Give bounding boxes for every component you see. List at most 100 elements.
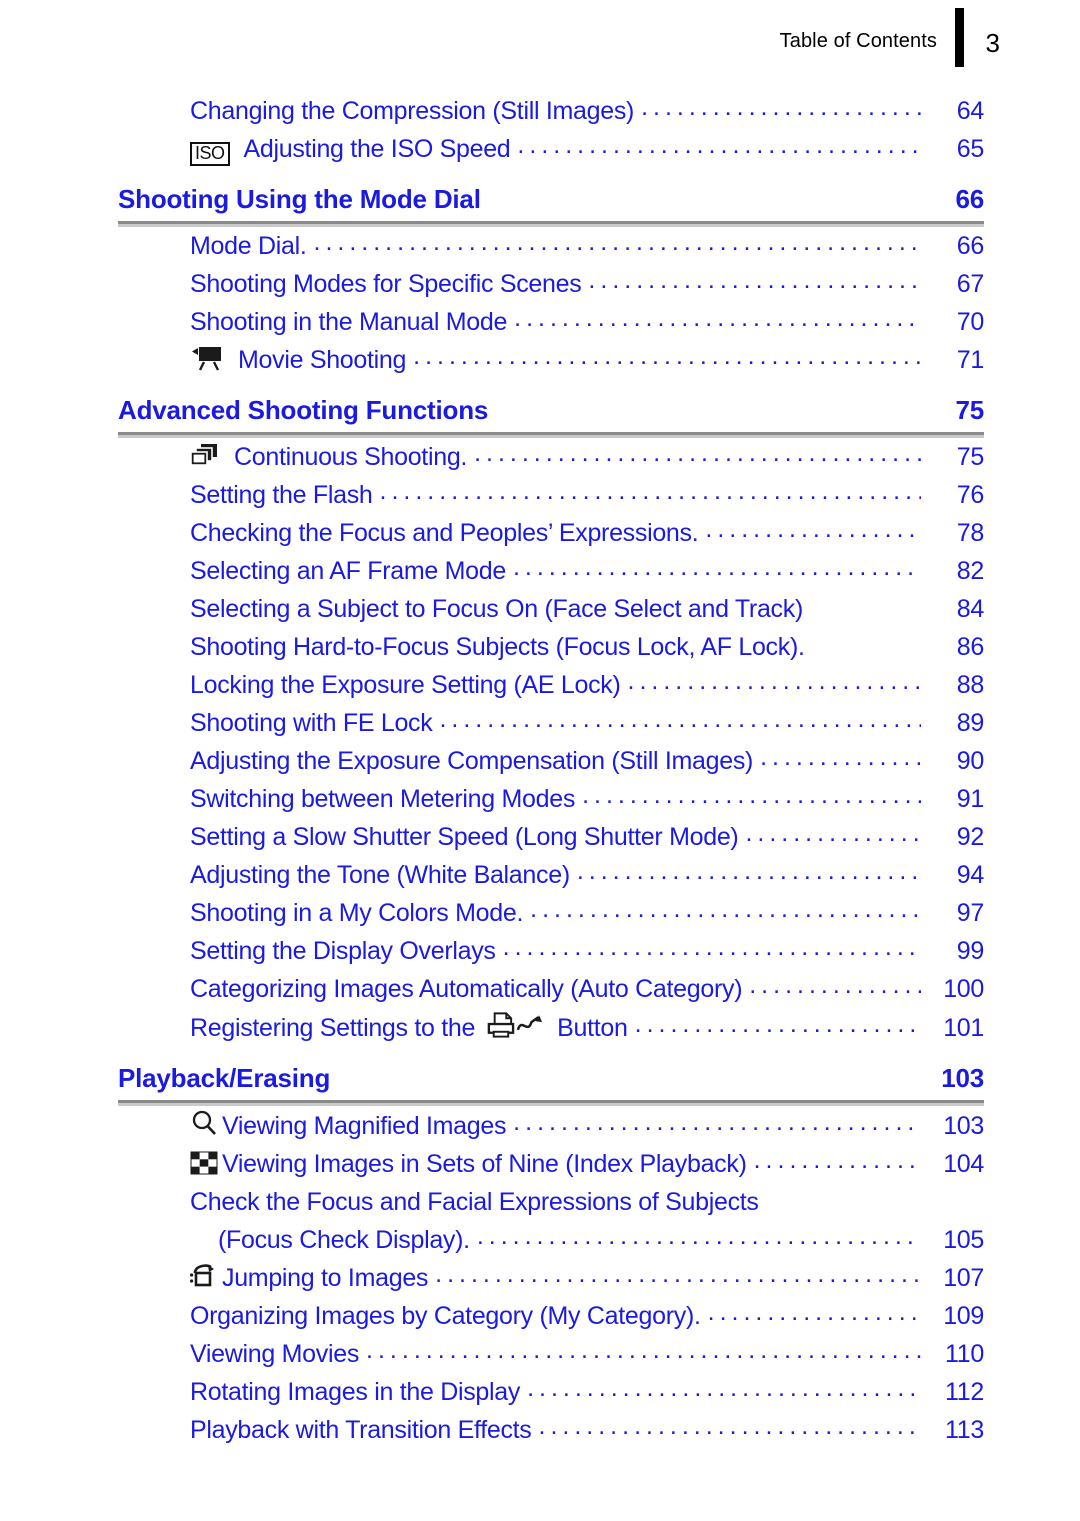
- toc-entry[interactable]: ISO Adjusting the ISO Speed 65: [118, 130, 984, 168]
- toc-entry[interactable]: Organizing Images by Category (My Catego…: [118, 1297, 984, 1335]
- toc-chapter[interactable]: Shooting Using the Mode Dial 66: [118, 184, 984, 227]
- toc-entry-label: Locking the Exposure Setting (AE Lock): [190, 671, 621, 699]
- iso-icon-label: ISO: [190, 142, 230, 166]
- toc-chapter-page-number: 103: [941, 1063, 984, 1093]
- toc-entry[interactable]: Categorizing Images Automatically (Auto …: [118, 970, 984, 1008]
- toc-entry-dot-leader: [517, 126, 921, 164]
- toc-entry-label: Shooting Modes for Specific Scenes: [190, 270, 582, 298]
- page-number: 3: [985, 28, 1000, 58]
- toc-entry-dot-leader: [539, 1407, 922, 1445]
- toc-entry-page-number: 105: [943, 1226, 984, 1254]
- toc-chapter-row[interactable]: Shooting Using the Mode Dial 66: [118, 184, 984, 215]
- toc-entry-page-number: 104: [943, 1150, 984, 1178]
- toc-entry[interactable]: Setting the Display Overlays 99: [118, 932, 984, 970]
- toc-entry[interactable]: Jumping to Images 107: [118, 1259, 984, 1297]
- toc-entry-dot-leader: [503, 928, 921, 966]
- toc-entry-page-number: 84: [956, 595, 985, 623]
- toc-entry[interactable]: Shooting in a My Colors Mode. 97: [118, 894, 984, 932]
- toc-entry-label: Adjusting the Exposure Compensation (Sti…: [190, 747, 754, 775]
- toc-entry-dot-leader: [760, 738, 921, 776]
- toc-entry-page-number: 88: [956, 671, 985, 699]
- toc-chapter-row[interactable]: Advanced Shooting Functions 75: [118, 395, 984, 426]
- toc-entry[interactable]: Shooting Hard-to-Focus Subjects (Focus L…: [118, 628, 984, 666]
- toc-entry-label: Viewing Movies: [190, 1340, 360, 1368]
- toc-entry-label: Playback with Transition Effects: [190, 1416, 532, 1444]
- toc-entry[interactable]: Shooting with FE Lock 89: [118, 704, 984, 742]
- toc-chapter[interactable]: Playback/Erasing 103: [118, 1063, 984, 1106]
- toc-entry-label: Viewing Images in Sets of Nine (Index Pl…: [222, 1150, 747, 1178]
- toc-chapter-row[interactable]: Playback/Erasing 103: [118, 1063, 984, 1094]
- toc-entry[interactable]: Shooting in the Manual Mode 70: [118, 303, 984, 341]
- toc-entry-page-number: 112: [945, 1378, 984, 1406]
- index-playback-icon: [190, 1151, 218, 1175]
- toc-entry-dot-leader: [588, 261, 921, 299]
- toc-entry-label: Selecting an AF Frame Mode: [190, 557, 506, 585]
- toc-entry-page-number: 97: [956, 899, 985, 927]
- toc-entry-label: Selecting a Subject to Focus On (Face Se…: [190, 595, 803, 623]
- toc-entry[interactable]: Check the Focus and Facial Expressions o…: [118, 1183, 984, 1221]
- toc-entry[interactable]: Movie Shooting 71: [118, 341, 984, 379]
- toc-entry-label: Shooting with FE Lock: [190, 709, 433, 737]
- toc-entry[interactable]: Locking the Exposure Setting (AE Lock) 88: [118, 666, 984, 704]
- toc-entry-label: Adjusting the Tone (White Balance): [190, 861, 570, 889]
- toc-entry-page-number: 100: [943, 975, 984, 1003]
- toc-entry[interactable]: Viewing Magnified Images 103: [118, 1106, 984, 1145]
- toc-entry[interactable]: Adjusting the Exposure Compensation (Sti…: [118, 742, 984, 780]
- toc-entry-dot-leader: [513, 548, 921, 586]
- toc-entry-label: Organizing Images by Category (My Catego…: [190, 1302, 701, 1330]
- toc-entry-page-number: 103: [943, 1112, 984, 1140]
- toc-entry-label: Check the Focus and Facial Expressions o…: [190, 1188, 759, 1216]
- toc-entry-page-number: 109: [943, 1302, 984, 1330]
- toc-entry-label: Switching between Metering Modes: [190, 785, 576, 813]
- toc-entry-dot-leader: [582, 776, 921, 814]
- toc-entry[interactable]: Shooting Modes for Specific Scenes 67: [118, 265, 984, 303]
- toc-entry-label: Changing the Compression (Still Images): [190, 97, 635, 125]
- toc-entry-label: Movie Shooting: [238, 346, 407, 374]
- toc-entry-page-number: 94: [956, 861, 985, 889]
- toc-entry-dot-leader: [577, 852, 921, 890]
- magnifier-icon: [190, 1109, 218, 1137]
- toc-entry-label: Registering Settings to the: [190, 1014, 476, 1042]
- running-head-title: Table of Contents: [779, 30, 937, 52]
- toc-entry[interactable]: Changing the Compression (Still Images) 6…: [118, 92, 984, 130]
- toc-chapter-title: Playback/Erasing: [118, 1063, 331, 1093]
- toc-entry[interactable]: (Focus Check Display). 105: [118, 1221, 984, 1259]
- toc-entry[interactable]: Checking the Focus and Peoples’ Expressi…: [118, 514, 984, 552]
- toc-entry-dot-leader: [754, 1141, 921, 1179]
- toc-entry[interactable]: Viewing Movies 110: [118, 1335, 984, 1373]
- toc-entry-label: Mode Dial.: [190, 232, 307, 260]
- toc-entry[interactable]: Selecting a Subject to Focus On (Face Se…: [118, 590, 984, 628]
- toc-entry[interactable]: Setting a Slow Shutter Speed (Long Shutt…: [118, 818, 984, 856]
- toc-entry-dot-leader: [366, 1331, 921, 1369]
- toc-entry-label: Shooting in a My Colors Mode.: [190, 899, 524, 927]
- continuous-shooting-icon: [190, 442, 220, 468]
- toc-entry[interactable]: Rotating Images in the Display 112: [118, 1373, 984, 1411]
- toc-chapter[interactable]: Advanced Shooting Functions 75: [118, 395, 984, 438]
- toc-chapter-page-number: 75: [955, 395, 984, 425]
- toc-entry-page-number: 82: [956, 557, 985, 585]
- toc-entry[interactable]: Mode Dial. 66: [118, 227, 984, 265]
- toc-entry-page-number: 64: [956, 97, 985, 125]
- toc-entry[interactable]: Switching between Metering Modes 91: [118, 780, 984, 818]
- toc-entry[interactable]: Registering Settings to the Button 101: [118, 1008, 984, 1047]
- toc-entry-label: Shooting in the Manual Mode: [190, 308, 508, 336]
- toc-entry[interactable]: Continuous Shooting. 75: [118, 438, 984, 476]
- toc-entry[interactable]: Selecting an AF Frame Mode 82: [118, 552, 984, 590]
- toc-entry-dot-leader: [641, 88, 921, 126]
- toc-entry-page-number: 65: [956, 135, 985, 163]
- toc-entry[interactable]: Playback with Transition Effects 113: [118, 1411, 984, 1449]
- toc-entry[interactable]: Adjusting the Tone (White Balance) 94: [118, 856, 984, 894]
- toc-entry-label: Shooting Hard-to-Focus Subjects (Focus L…: [190, 633, 805, 661]
- toc-entry-label: Adjusting the ISO Speed: [243, 135, 511, 163]
- toc-entry[interactable]: Viewing Images in Sets of Nine (Index Pl…: [118, 1145, 984, 1183]
- toc-entry[interactable]: Setting the Flash 76: [118, 476, 984, 514]
- toc-entry-dot-leader: [413, 337, 921, 375]
- toc-entry-label: Categorizing Images Automatically (Auto …: [190, 975, 743, 1003]
- toc-chapter-title: Shooting Using the Mode Dial: [118, 184, 481, 214]
- toc-entry-page-number: 99: [956, 937, 985, 965]
- toc-entry-label: (Focus Check Display).: [218, 1226, 470, 1254]
- toc-entry-page-number: 101: [943, 1014, 984, 1042]
- toc-entry-dot-leader: [527, 1369, 921, 1407]
- toc-entry-page-number: 76: [956, 481, 985, 509]
- print-share-icon: [485, 1011, 545, 1039]
